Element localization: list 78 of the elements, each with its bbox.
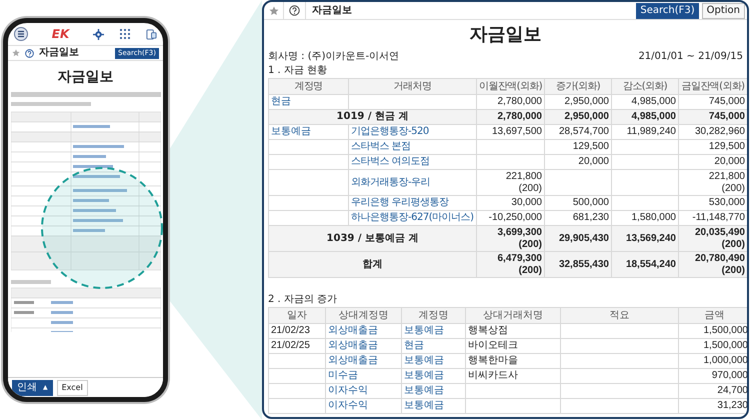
table-cell: 2,780,000 (476, 110, 544, 124)
logo: EK (52, 28, 70, 40)
grid-icon[interactable] (120, 29, 130, 39)
table-cell: 4,985,000 (612, 110, 678, 124)
account-link[interactable]: 보통예금 (402, 324, 466, 338)
table-cell: 11,989,240 (612, 124, 678, 140)
table-cell: 2,950,000 (544, 110, 612, 124)
account-link[interactable]: 현금 (402, 338, 466, 354)
account-link[interactable]: 보통예금 (402, 398, 466, 414)
table-cell: 20,000 (544, 154, 612, 170)
section-heading: 1 . 자금 현황 (268, 64, 328, 78)
column-header: 금액 (678, 308, 747, 324)
table-cell: 행복상점 (466, 324, 560, 338)
account-link[interactable]: 보통예금 (402, 368, 466, 384)
table-cell: 6,479,300 (200) (476, 252, 544, 278)
menu-icon[interactable] (14, 27, 28, 41)
section-heading: 2 . 자금의 증가 (268, 293, 338, 307)
date-range: 21/01/01 ~ 21/09/15 (638, 50, 743, 63)
table-cell: 221,800 (200) (476, 170, 544, 196)
account-link[interactable]: 보통예금 (402, 354, 466, 368)
column-header: 상대계정명 (326, 308, 402, 324)
devices-icon[interactable] (146, 28, 157, 40)
account-link[interactable]: 이자수익 (326, 398, 402, 414)
table-cell: 13,697,500 (476, 124, 544, 140)
table-cell: 21/02/25 (268, 338, 326, 354)
table-cell: 비씨카드사 (466, 368, 560, 384)
table-cell: 30,000 (476, 196, 544, 210)
column-header: 계정명 (268, 78, 348, 94)
table-cell: 30,282,960 (678, 124, 747, 140)
account-link[interactable]: 이자수익 (326, 384, 402, 398)
account-link[interactable]: 미수금 (326, 368, 402, 384)
table-cell: 129,500 (544, 140, 612, 154)
report-title: 자금일보 (58, 68, 114, 87)
column-header: 계정명 (402, 308, 466, 324)
partner-link[interactable]: 외화거래통장-우리 (348, 170, 476, 196)
column-header: 감소(외화) (612, 78, 678, 94)
account-link[interactable]: 보통예금 (402, 384, 466, 398)
account-link[interactable]: 보통예금 (268, 124, 348, 140)
table-cell: 1019 / 현금 계 (268, 110, 476, 124)
star-icon[interactable] (12, 49, 20, 57)
table-cell: 500,000 (544, 196, 612, 210)
company-name: 회사명 : (주)이카운트-이서연 (268, 50, 400, 63)
account-link[interactable]: 외상매출금 (326, 354, 402, 368)
report-title: 자금일보 (470, 23, 542, 47)
page-title: 자금일보 (311, 4, 353, 18)
excel-button[interactable]: Excel (56, 380, 88, 396)
column-header: 적요 (560, 308, 678, 324)
star-icon[interactable] (268, 6, 278, 16)
table-cell: 행복한마을 (466, 354, 560, 368)
column-header: 금일잔액(외화) (678, 78, 747, 94)
column-header: 거래처명 (348, 78, 476, 94)
table-cell: 20,780,490 (200) (678, 252, 747, 278)
table-cell: 745,000 (678, 110, 747, 124)
column-header: 일자 (268, 308, 326, 324)
partner-link[interactable]: 스타벅스 본점 (348, 140, 476, 154)
table-cell: 32,855,430 (544, 252, 612, 278)
table-cell: 바이오테크 (466, 338, 560, 354)
table-cell: 합계 (268, 252, 476, 278)
table-cell: 18,554,240 (612, 252, 678, 278)
account-link[interactable]: 외상매출금 (326, 338, 402, 354)
table-cell: 129,500 (678, 140, 747, 154)
partner-link[interactable]: 스타벅스 여의도점 (348, 154, 476, 170)
option-button[interactable]: Option (702, 2, 745, 18)
table-cell: 530,000 (678, 196, 747, 210)
help-icon[interactable] (289, 5, 300, 16)
search-button[interactable]: Search(F3) (636, 2, 699, 18)
table-cell: 21/02/23 (268, 324, 326, 338)
table-cell: 20,000 (678, 154, 747, 170)
partner-link[interactable]: 우리은행 우리평생통장 (348, 196, 476, 210)
table-cell: 28,574,700 (544, 124, 612, 140)
table-cell: 221,800 (200) (678, 170, 747, 196)
help-icon[interactable] (25, 48, 34, 58)
column-header: 이월잔액(외화) (476, 78, 544, 94)
page-title: 자금일보 (39, 48, 80, 58)
column-header: 증가(외화) (544, 78, 612, 94)
column-header: 상대거래처명 (466, 308, 560, 324)
partner-link[interactable]: 기업은행통장-520 (348, 124, 476, 140)
account-link[interactable]: 외상매출금 (326, 324, 402, 338)
